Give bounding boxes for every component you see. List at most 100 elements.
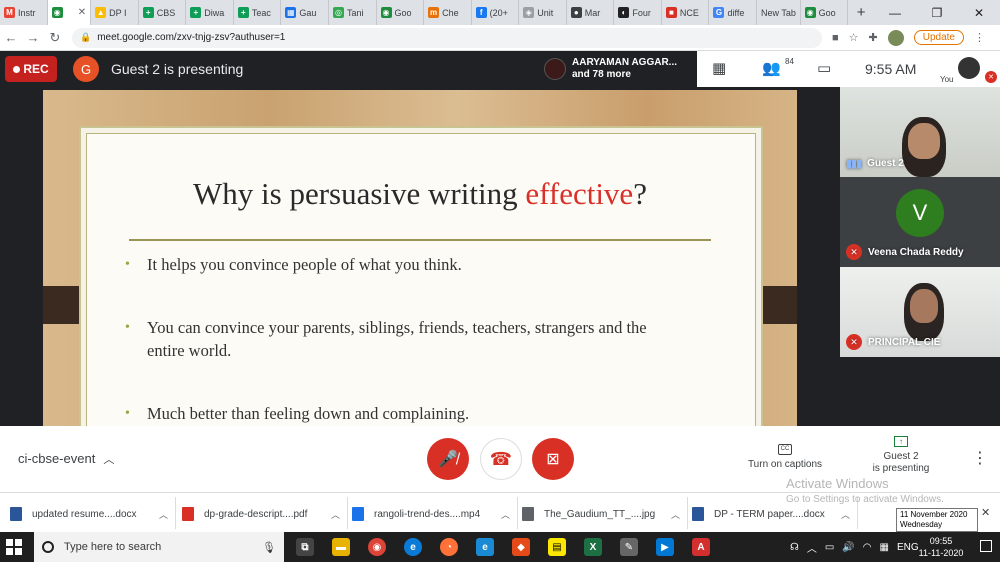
url-field[interactable]: 🔒 meet.google.com/zxv-tnjg-zsv?authuser=… — [72, 27, 822, 48]
new-tab-button[interactable]: + — [848, 0, 874, 25]
profile-avatar[interactable] — [887, 29, 904, 46]
keyboard-icon[interactable]: ▦ — [880, 542, 889, 553]
browser-tab[interactable]: ■ NCE — [662, 0, 710, 25]
people-icon[interactable]: 👥 — [762, 59, 781, 77]
speaker-icon[interactable]: 🔊 — [842, 542, 854, 553]
chevron-up-icon[interactable]: ︿ — [841, 508, 850, 521]
browser-tab[interactable]: ● Mar — [567, 0, 615, 25]
download-filename: DP - TERM paper....docx — [714, 508, 825, 520]
activate-windows-watermark: Activate Windows — [786, 476, 889, 491]
participant-tile[interactable]: V ✕ Veena Chada Reddy — [840, 177, 1000, 267]
participant-tile[interactable]: ▮▮▮ Guest 2 — [840, 87, 1000, 177]
meeting-details[interactable]: ci-cbse-event ︿ — [18, 451, 114, 467]
download-filename: rangoli-trend-des....mp4 — [374, 508, 481, 520]
browser-tab[interactable]: ▦ Gau — [281, 0, 329, 25]
download-item[interactable]: rangoli-trend-des....mp4 ︿ — [352, 501, 510, 527]
tab-label: CBS — [156, 7, 176, 18]
taskbar-clock[interactable]: 09:55 11-11-2020 — [916, 535, 966, 559]
download-item[interactable]: dp-grade-descript....pdf ︿ — [182, 501, 340, 527]
tab-favicon-icon: f — [475, 7, 487, 18]
browser-tab[interactable]: M Instr — [0, 0, 48, 25]
browser-tab[interactable]: ◉ Goo — [377, 0, 425, 25]
menu-icon[interactable]: ⋮ — [974, 31, 985, 44]
slide-title-suffix: ? — [633, 176, 647, 211]
browser-tab[interactable]: + Teac — [234, 0, 282, 25]
chat-icon[interactable]: ▭ — [817, 59, 831, 77]
download-item[interactable]: The_Gaudium_TT_....jpg ︿ — [522, 501, 680, 527]
close-tab-icon[interactable]: ✕ — [78, 7, 86, 18]
taskbar-search[interactable]: Type here to search 🎙 — [34, 532, 284, 562]
task-view-icon[interactable]: ⧉ — [296, 538, 314, 556]
camera-toggle-button[interactable]: ⊠ — [532, 438, 574, 480]
download-item[interactable]: updated resume....docx ︿ — [10, 501, 168, 527]
browser-tab[interactable]: Gdiffe — [709, 0, 758, 25]
reload-icon[interactable]: ↻ — [44, 30, 66, 46]
tab-label: NCE — [679, 7, 699, 18]
bullet-text: It helps you convince people of what you… — [147, 255, 462, 274]
sticky-notes-icon[interactable]: ▤ — [548, 538, 566, 556]
file-explorer-icon[interactable]: ▬ — [332, 538, 350, 556]
notification-icon[interactable] — [980, 540, 992, 552]
tab-label: New Tab — [761, 7, 796, 18]
layout-icon[interactable]: ▦ — [712, 59, 726, 77]
browser-tab[interactable]: m Che — [424, 0, 472, 25]
wifi-icon[interactable]: ◠ — [863, 542, 872, 553]
browser-tab[interactable]: + Diwa — [186, 0, 234, 25]
media-player-icon[interactable]: ▶ — [656, 538, 674, 556]
tab-favicon-icon: ◎ — [332, 7, 344, 18]
back-icon[interactable]: ← — [0, 30, 22, 45]
windows-start-icon[interactable] — [6, 539, 22, 555]
mic-icon[interactable]: 🎙 — [262, 541, 276, 554]
search-placeholder: Type here to search — [64, 541, 162, 553]
self-avatar[interactable] — [958, 57, 980, 79]
browser-tab[interactable]: ◐ Four — [614, 0, 662, 25]
acrobat-icon[interactable]: A — [692, 538, 710, 556]
browser-tab[interactable]: ▲ DP I — [91, 0, 139, 25]
tab-label: (20+ — [489, 7, 508, 18]
firefox-icon[interactable]: ◔ — [440, 538, 458, 556]
mic-toggle-button[interactable]: 🎤̸ — [427, 438, 469, 480]
captions-button[interactable]: CC Turn on captions — [745, 444, 825, 470]
browser-tab-strip: M Instr ◉ ✕ ▲ DP I + CBS + Diwa + Teac ▦ Gau ◎ Tani ◉ Goo… — [0, 0, 1000, 25]
update-button[interactable]: Update — [913, 30, 964, 45]
leave-call-button[interactable]: ☎ — [480, 438, 522, 480]
anydesk-icon[interactable]: ◆ — [512, 538, 530, 556]
close-window-icon[interactable]: ✕ — [958, 0, 1000, 25]
more-options-icon[interactable]: ⋮ — [972, 448, 988, 468]
extensions-icon[interactable]: ✚ — [869, 31, 878, 44]
star-icon[interactable]: ☆ — [849, 31, 859, 44]
browser-tab[interactable]: + CBS — [139, 0, 187, 25]
chevron-up-icon[interactable]: ︿ — [331, 508, 340, 521]
participants-preview[interactable]: AARYAMAN AGGAR... and 78 more — [540, 51, 697, 87]
browser-tab[interactable]: New Tab — [757, 0, 801, 25]
battery-icon[interactable]: ▭ — [825, 542, 834, 553]
paint-icon[interactable]: ✎ — [620, 538, 638, 556]
maximize-icon[interactable]: ❐ — [916, 0, 958, 25]
participants-more: and 78 more — [572, 69, 631, 80]
meeting-clock: 9:55 AM — [865, 61, 917, 77]
show-hidden-icon[interactable]: ︿ — [807, 540, 817, 555]
tile-name-text: PRINCIPAL CIE — [868, 336, 941, 348]
participant-tile[interactable]: ✕ PRINCIPAL CIE — [840, 267, 1000, 357]
present-button[interactable]: ↑ Guest 2 is presenting — [862, 436, 940, 475]
chevron-up-icon[interactable]: ︿ — [671, 508, 680, 521]
people-tray-icon[interactable]: ☊ — [790, 542, 799, 553]
browser-tab[interactable]: ◎ Tani — [329, 0, 377, 25]
excel-icon[interactable]: X — [584, 538, 602, 556]
forward-icon[interactable]: → — [22, 30, 44, 45]
internet-explorer-icon[interactable]: e — [476, 538, 494, 556]
browser-tab[interactable]: ◈ Unit — [519, 0, 567, 25]
browser-tab[interactable]: ◉ ✕ — [47, 0, 92, 25]
tab-label: Unit — [537, 7, 554, 18]
browser-tab[interactable]: ◉ Goo — [801, 0, 849, 25]
chevron-up-icon[interactable]: ︿ — [159, 508, 168, 521]
browser-tab[interactable]: f (20+ — [472, 0, 520, 25]
edge-icon[interactable]: e — [404, 538, 422, 556]
download-divider — [175, 497, 176, 529]
chrome-icon[interactable]: ◉ — [368, 538, 386, 556]
chevron-up-icon[interactable]: ︿ — [501, 508, 510, 521]
camera-icon[interactable]: ■ — [832, 32, 839, 44]
speaking-icon: ▮▮▮ — [846, 158, 862, 170]
close-shelf-icon[interactable]: ✕ — [981, 506, 990, 519]
minimize-icon[interactable]: — — [874, 0, 916, 25]
